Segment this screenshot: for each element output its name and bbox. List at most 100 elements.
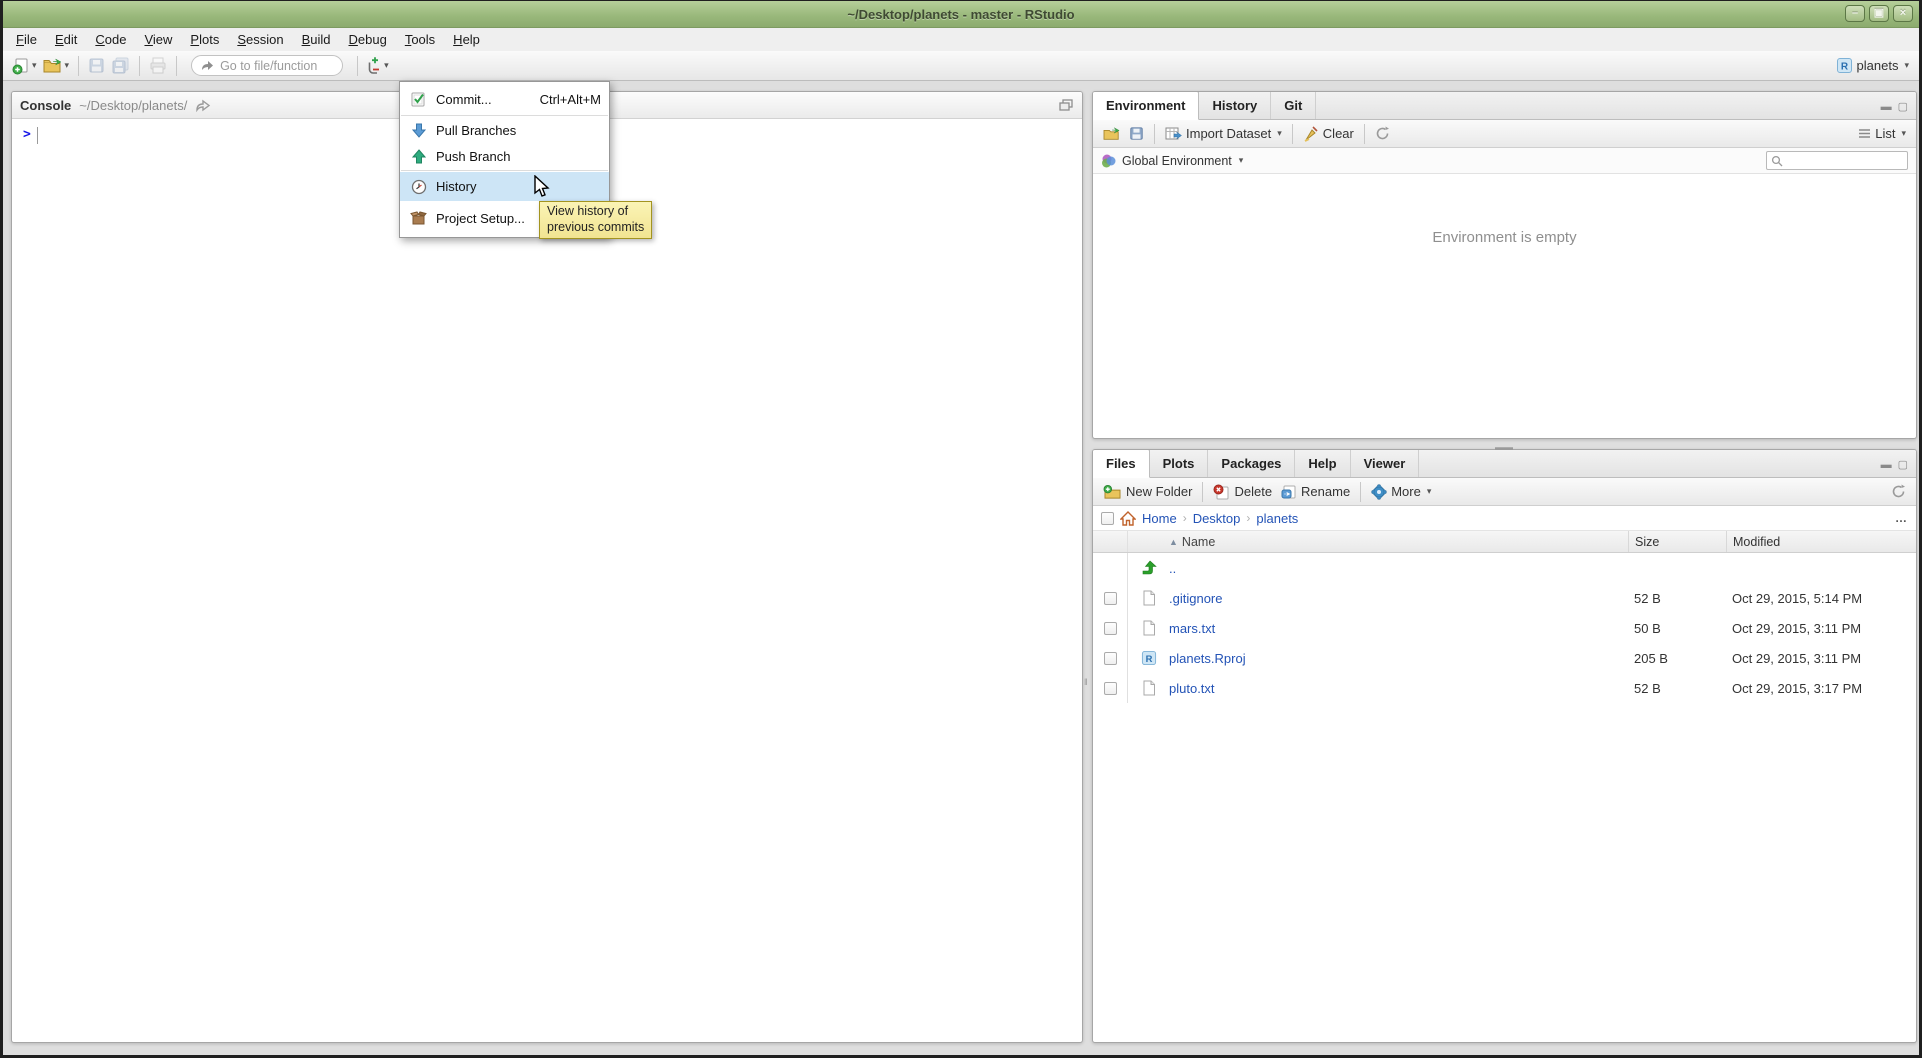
file-icon: [1128, 680, 1169, 696]
menu-item-commit[interactable]: Commit... Ctrl+Alt+M: [400, 84, 609, 114]
tab-files[interactable]: Files: [1093, 449, 1150, 478]
restore-button[interactable]: ▣: [1869, 5, 1889, 22]
maximize-pane-icon[interactable]: ▢: [1898, 458, 1908, 471]
delete-button[interactable]: Delete: [1209, 482, 1276, 502]
broom-icon: [1303, 126, 1319, 142]
table-row[interactable]: .gitignore 52 B Oct 29, 2015, 5:14 PM: [1093, 583, 1916, 613]
file-checkbox[interactable]: [1104, 682, 1117, 695]
menu-build[interactable]: Build: [293, 29, 340, 50]
refresh-files-button[interactable]: [1887, 482, 1910, 501]
column-header-name[interactable]: ▲ Name: [1169, 535, 1628, 549]
change-directory-icon[interactable]: [195, 98, 212, 112]
breadcrumb-home[interactable]: Home: [1142, 511, 1177, 526]
menu-code[interactable]: Code: [86, 29, 135, 50]
svg-text:R: R: [1145, 653, 1152, 664]
rename-button[interactable]: Rename: [1276, 482, 1354, 502]
menu-file[interactable]: File: [7, 29, 46, 50]
breadcrumb-planets[interactable]: planets: [1256, 511, 1298, 526]
tab-packages[interactable]: Packages: [1208, 450, 1295, 477]
menu-edit[interactable]: Edit: [46, 29, 86, 50]
chevron-down-icon[interactable]: ▾: [32, 60, 37, 71]
header-checkbox-cell: [1093, 531, 1128, 552]
minimize-pane-icon[interactable]: ▬: [1881, 459, 1892, 471]
file-name[interactable]: ..: [1169, 561, 1628, 576]
save-all-icon: [111, 57, 130, 74]
import-dataset-label: Import Dataset: [1186, 126, 1271, 141]
column-header-size[interactable]: Size: [1628, 531, 1726, 552]
file-name[interactable]: pluto.txt: [1169, 681, 1628, 696]
table-row[interactable]: mars.txt 50 B Oct 29, 2015, 3:11 PM: [1093, 613, 1916, 643]
file-size: 52 B: [1628, 591, 1726, 606]
chevron-down-icon[interactable]: ▾: [65, 60, 70, 71]
minimize-button[interactable]: –: [1845, 5, 1865, 22]
table-row-up[interactable]: ..: [1093, 553, 1916, 583]
environment-scope-label[interactable]: Global Environment: [1122, 154, 1232, 168]
save-workspace-button[interactable]: [1125, 124, 1148, 143]
file-size: 205 B: [1628, 651, 1726, 666]
breadcrumb-desktop[interactable]: Desktop: [1193, 511, 1241, 526]
close-button[interactable]: ×: [1893, 5, 1913, 22]
files-table: ▲ Name Size Modified ..: [1093, 531, 1916, 703]
column-header-modified[interactable]: Modified: [1726, 531, 1916, 552]
file-name[interactable]: planets.Rproj: [1169, 651, 1628, 666]
menu-help[interactable]: Help: [444, 29, 489, 50]
tab-git[interactable]: Git: [1271, 92, 1316, 119]
main-toolbar: ▾ ▾: [3, 51, 1919, 81]
home-icon: [1120, 511, 1136, 526]
menu-session[interactable]: Session: [228, 29, 292, 50]
minimize-pane-icon[interactable]: ▬: [1881, 101, 1892, 113]
row-checkbox-cell: [1093, 553, 1128, 583]
tab-help[interactable]: Help: [1295, 450, 1350, 477]
rproject-file-icon: R: [1128, 650, 1169, 666]
horizontal-splitter-handle[interactable]: ▬▬: [1495, 442, 1513, 452]
menu-item-push-branch[interactable]: Push Branch: [400, 143, 609, 169]
project-selector[interactable]: R planets ▾: [1836, 57, 1913, 74]
new-folder-button[interactable]: New Folder: [1099, 482, 1196, 502]
select-all-checkbox[interactable]: [1101, 512, 1114, 525]
list-icon: [1858, 128, 1871, 139]
vertical-splitter-handle[interactable]: ‖: [1084, 677, 1088, 687]
save-button: [85, 55, 108, 76]
more-button[interactable]: More ▾: [1367, 482, 1435, 502]
refresh-environment-button[interactable]: [1371, 124, 1394, 143]
table-row[interactable]: pluto.txt 52 B Oct 29, 2015, 3:17 PM: [1093, 673, 1916, 703]
list-view-button[interactable]: List ▾: [1854, 124, 1910, 143]
open-file-button[interactable]: ▾: [40, 55, 73, 77]
pull-arrow-icon: [410, 123, 427, 138]
file-modified: Oct 29, 2015, 3:17 PM: [1726, 681, 1916, 696]
tab-plots[interactable]: Plots: [1150, 450, 1209, 477]
menu-tools[interactable]: Tools: [396, 29, 444, 50]
environment-scope-row: Global Environment ▾: [1093, 148, 1916, 174]
popout-icon[interactable]: [1058, 98, 1074, 112]
environment-search-input[interactable]: [1787, 154, 1899, 168]
environment-search[interactable]: [1766, 151, 1908, 170]
menu-item-history[interactable]: History: [400, 172, 609, 201]
load-workspace-button[interactable]: [1099, 124, 1125, 144]
menu-view[interactable]: View: [135, 29, 181, 50]
chevron-down-icon[interactable]: ▾: [1239, 155, 1244, 166]
file-checkbox[interactable]: [1104, 592, 1117, 605]
file-checkbox[interactable]: [1104, 622, 1117, 635]
tab-viewer[interactable]: Viewer: [1351, 450, 1420, 477]
chevron-down-icon[interactable]: ▾: [384, 60, 389, 71]
maximize-pane-icon[interactable]: ▢: [1898, 100, 1908, 113]
menu-debug[interactable]: Debug: [340, 29, 396, 50]
menu-plots[interactable]: Plots: [181, 29, 228, 50]
goto-file-search[interactable]: [191, 55, 343, 76]
goto-file-input[interactable]: [220, 59, 330, 73]
file-name[interactable]: .gitignore: [1169, 591, 1628, 606]
breadcrumb-more-button[interactable]: …: [1895, 511, 1908, 525]
menu-item-pull-branches[interactable]: Pull Branches: [400, 117, 609, 143]
git-dropdown-button[interactable]: ▾: [364, 55, 392, 77]
tab-environment[interactable]: Environment: [1093, 91, 1199, 120]
chevron-down-icon: ▾: [1904, 60, 1909, 71]
mouse-cursor-icon: [531, 175, 553, 204]
table-row[interactable]: R planets.Rproj 205 B Oct 29, 2015, 3:11…: [1093, 643, 1916, 673]
new-file-button[interactable]: ▾: [9, 55, 40, 77]
file-checkbox[interactable]: [1104, 652, 1117, 665]
tab-history[interactable]: History: [1199, 92, 1271, 119]
file-name[interactable]: mars.txt: [1169, 621, 1628, 636]
toolbar-separator: [1360, 482, 1361, 502]
clear-environment-button[interactable]: Clear: [1299, 124, 1358, 144]
import-dataset-button[interactable]: Import Dataset ▾: [1161, 124, 1286, 143]
